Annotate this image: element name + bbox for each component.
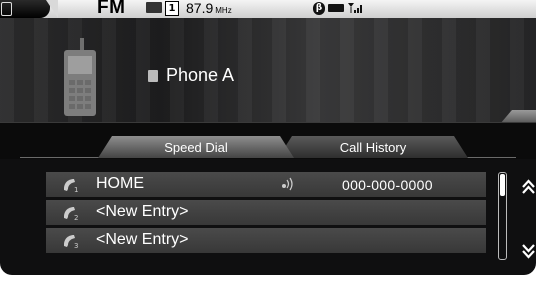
- preset-number: 1: [165, 1, 179, 16]
- frequency-unit: MHz: [215, 6, 232, 15]
- voice-tag-icon: [282, 177, 293, 191]
- list-item[interactable]: 1 HOME 000-000-0000: [46, 172, 486, 197]
- scrollbar[interactable]: [498, 172, 507, 260]
- speed-dial-index: 3: [74, 242, 78, 249]
- signal-icon: [348, 3, 362, 13]
- scroll-up-icon[interactable]: [521, 178, 536, 198]
- speed-dial-list: 1 HOME 000-000-0000 2 <New Entry> 3 <New…: [46, 172, 486, 256]
- speed-dial-3-icon: 3: [64, 235, 78, 249]
- phone-name: Phone A: [166, 65, 235, 85]
- phone-icon: [1, 2, 12, 16]
- list-item[interactable]: 3 <New Entry>: [46, 228, 486, 253]
- status-phone-tab[interactable]: [0, 0, 50, 18]
- preset-icon: [146, 2, 162, 13]
- radio-band: FM: [97, 0, 126, 18]
- entry-label: HOME: [96, 175, 144, 192]
- entry-number: 000-000-0000: [342, 177, 433, 193]
- entry-label: <New Entry>: [96, 203, 189, 220]
- entry-label: <New Entry>: [96, 231, 189, 248]
- scroll-thumb[interactable]: [500, 174, 505, 196]
- speed-dial-2-icon: 2: [64, 207, 78, 221]
- list-item[interactable]: 2 <New Entry>: [46, 200, 486, 225]
- tab-bar: Call History Speed Dial: [0, 122, 536, 159]
- scroll-down-icon[interactable]: [521, 240, 536, 260]
- tab-call-history[interactable]: Call History: [278, 136, 468, 158]
- phone-name-group: Phone A: [148, 65, 234, 86]
- speed-dial-index: 1: [74, 186, 78, 193]
- radio-frequency: 87.9 MHz: [186, 0, 232, 16]
- phone-screen: FM 1 87.9 MHz β Phone A Call History Spe…: [0, 0, 536, 275]
- status-tab-notch: [46, 0, 58, 18]
- frequency-value: 87.9: [186, 0, 214, 16]
- phone-header: Phone A: [0, 18, 536, 124]
- speed-dial-1-icon: 1: [64, 179, 78, 193]
- cellphone-icon: [64, 38, 96, 116]
- handset-icon: [148, 69, 158, 82]
- bluetooth-icon: β: [313, 2, 325, 15]
- speed-dial-index: 2: [74, 214, 78, 221]
- tab-speed-dial[interactable]: Speed Dial: [98, 136, 294, 158]
- status-bar: FM 1 87.9 MHz β: [0, 0, 536, 18]
- battery-icon: [328, 4, 344, 12]
